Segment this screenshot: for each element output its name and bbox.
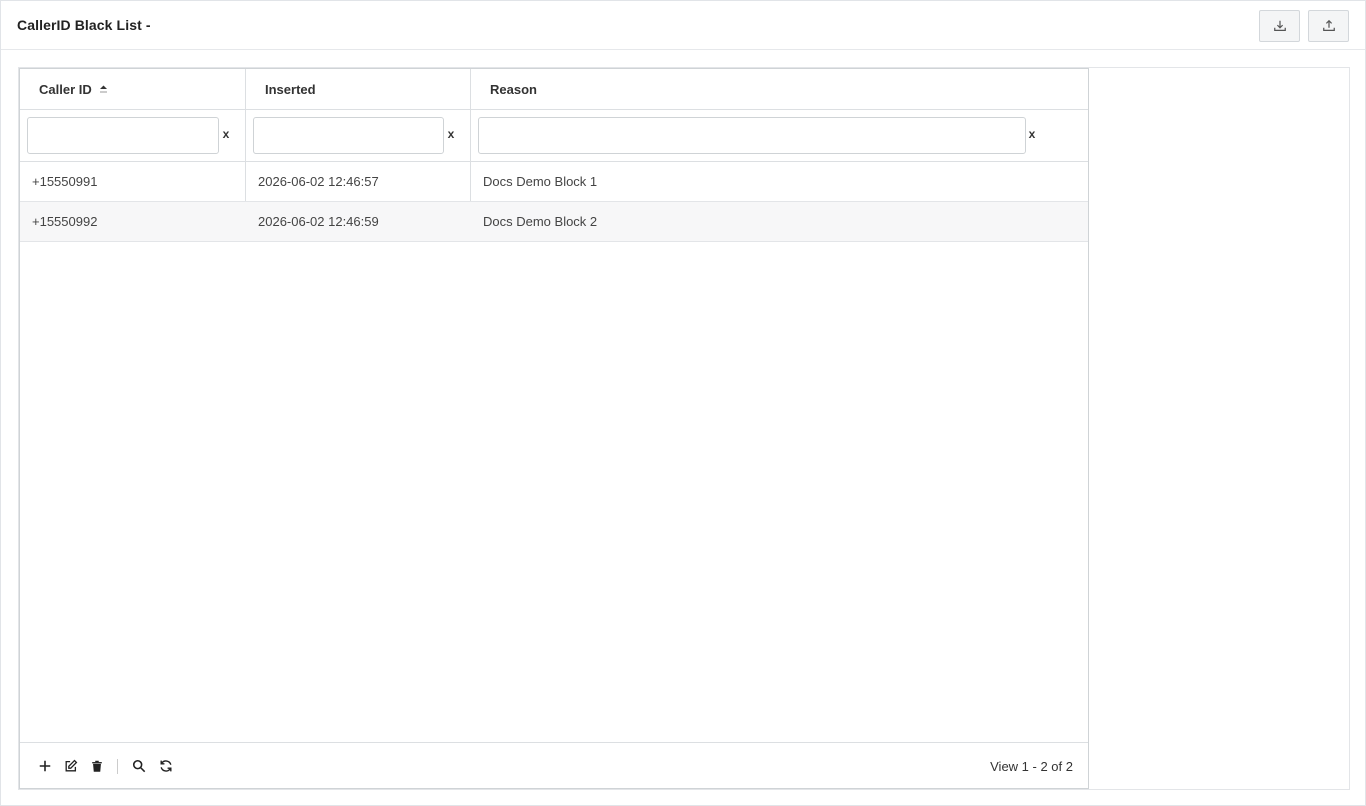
pager-info: View 1 - 2 of 2 [990, 759, 1073, 774]
caller-id-filter-clear[interactable]: x [221, 127, 231, 141]
search-button[interactable] [131, 758, 147, 774]
reason-filter-input[interactable] [478, 117, 1026, 154]
reason-filter-clear[interactable]: x [1027, 127, 1037, 141]
sort-asc-icon [99, 70, 108, 111]
grid-header: Caller ID Inserted Reason [20, 69, 1088, 110]
toolbar-separator [117, 759, 118, 774]
column-header-caller-id[interactable]: Caller ID [39, 69, 108, 110]
app-window: CallerID Black List - Caller ID Inserted… [0, 0, 1366, 806]
add-icon [39, 760, 51, 772]
table-row[interactable]: +15550991 2026-06-02 12:46:57 Docs Demo … [20, 162, 1088, 202]
column-header-reason[interactable]: Reason [490, 69, 537, 110]
inserted-cell: 2026-06-02 12:46:57 [258, 174, 379, 189]
column-header-inserted[interactable]: Inserted [265, 69, 316, 110]
inserted-filter-input[interactable] [253, 117, 444, 154]
upload-button[interactable] [1308, 10, 1349, 42]
refresh-icon [160, 760, 172, 772]
caller-id-cell: +15550992 [32, 214, 98, 229]
filter-row: x x x [20, 110, 1088, 162]
refresh-button[interactable] [158, 758, 174, 774]
inserted-filter-clear[interactable]: x [446, 127, 456, 141]
delete-icon [92, 760, 102, 772]
download-button[interactable] [1259, 10, 1300, 42]
reason-cell: Docs Demo Block 2 [483, 214, 598, 229]
edit-button[interactable] [63, 758, 79, 774]
grid-footer: View 1 - 2 of 2 [20, 742, 1088, 788]
add-button[interactable] [37, 758, 53, 774]
delete-button[interactable] [89, 758, 105, 774]
caller-id-cell: +15550991 [32, 174, 98, 189]
upload-icon [1322, 19, 1335, 31]
edit-icon [65, 759, 78, 772]
reason-cell: Docs Demo Block 1 [483, 174, 598, 189]
caller-id-filter-input[interactable] [27, 117, 219, 154]
content-panel: Caller ID Inserted Reason x x x +1555099… [18, 67, 1350, 790]
page-header: CallerID Black List - [1, 1, 1365, 50]
column-header-label: Caller ID [39, 82, 92, 97]
page-title: CallerID Black List - [17, 17, 151, 33]
table-row[interactable]: +15550992 2026-06-02 12:46:59 Docs Demo … [20, 202, 1088, 242]
download-icon [1273, 20, 1286, 31]
search-icon [132, 759, 146, 773]
blacklist-grid: Caller ID Inserted Reason x x x +1555099… [19, 68, 1089, 789]
inserted-cell: 2026-06-02 12:46:59 [258, 214, 379, 229]
